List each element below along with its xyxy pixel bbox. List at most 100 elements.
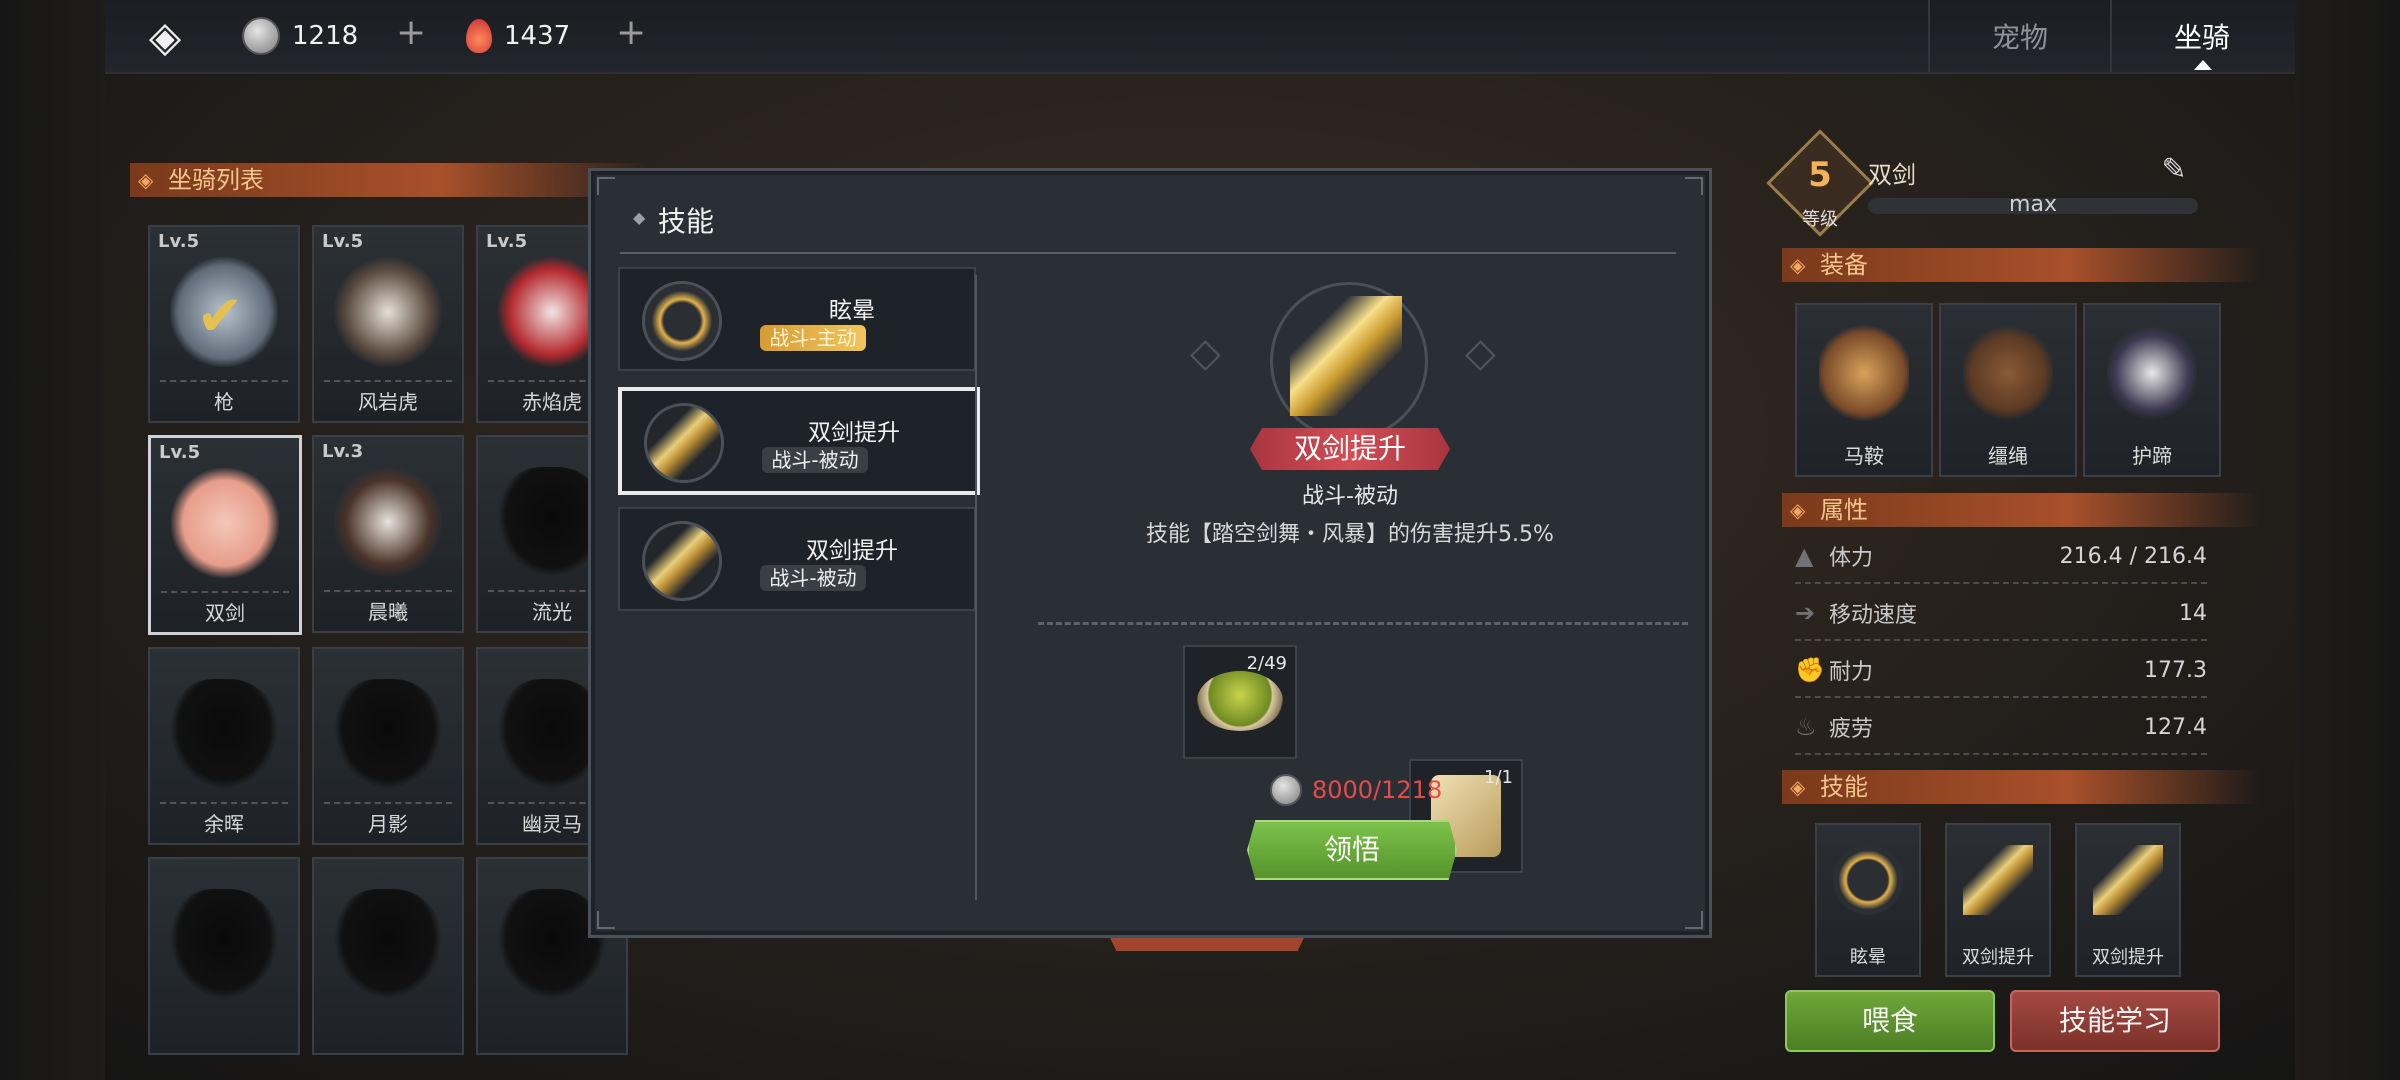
mount-detail-name: 双剑 xyxy=(1868,161,1916,189)
skill-list-item[interactable]: 眩晕 战斗-主动 xyxy=(618,267,976,371)
skill-detail-description: 技能【踏空剑舞・风暴】的伤害提升5.5% xyxy=(1146,522,1554,547)
coin-count: 1218 xyxy=(292,21,359,51)
stun-skill-icon xyxy=(1833,845,1903,915)
mount-portrait xyxy=(171,468,279,578)
feed-button[interactable]: 喂食 xyxy=(1785,990,1995,1052)
fatigue-icon: ♨ xyxy=(1795,713,1817,741)
mount-portrait xyxy=(334,257,442,367)
stun-skill-icon xyxy=(642,281,722,361)
mount-cell-locked[interactable] xyxy=(148,857,300,1055)
hoof-guard-icon xyxy=(2107,323,2197,423)
equip-row: 马鞍 缰绳 护蹄 xyxy=(1795,303,2221,477)
game-logo-icon[interactable]: ◈ xyxy=(140,12,190,62)
equip-label: 缰绳 xyxy=(1988,444,2028,468)
twin-sword-skill-icon xyxy=(644,403,724,483)
skill-list-item-selected[interactable]: 双剑提升 战斗-被动 xyxy=(618,387,980,495)
mount-name: 双剑 xyxy=(161,591,289,626)
coin-icon xyxy=(1270,774,1302,806)
mount-skill-slot[interactable]: 双剑提升 xyxy=(2075,823,2181,977)
mount-skill-row: 眩晕 双剑提升 双剑提升 xyxy=(1815,823,2181,977)
mount-cell-locked[interactable]: 余晖 xyxy=(148,647,300,845)
mount-name: 枪 xyxy=(160,380,288,415)
gem-count: 1437 xyxy=(504,21,571,51)
skill-type-tag: 战斗-被动 xyxy=(762,447,868,473)
modal-vertical-divider xyxy=(975,275,977,900)
cost-value: 8000/1218 xyxy=(1312,776,1443,804)
mount-silhouette xyxy=(334,889,442,999)
attr-name: 体力 xyxy=(1829,546,1874,571)
twin-sword-skill-icon xyxy=(642,521,722,601)
mount-cell[interactable]: Lv.5 ✔ 枪 xyxy=(148,225,300,423)
equip-section-title: 装备 xyxy=(1782,248,2260,282)
modal-title: 技能 xyxy=(658,205,715,238)
saddle-icon xyxy=(1819,323,1909,423)
attr-value: 177.3 xyxy=(2144,657,2207,683)
equipped-check-icon: ✔ xyxy=(196,284,244,349)
top-tabs: 宠物 坐骑 xyxy=(1928,0,2292,72)
gem-currency: 1437 xyxy=(466,14,570,58)
add-gems-button[interactable]: + xyxy=(616,12,646,53)
attr-row-endurance: ✊ 耐力 177.3 xyxy=(1795,644,2207,698)
mount-name: 晨曦 xyxy=(324,590,452,625)
skill-list-name: 眩晕 xyxy=(829,298,875,324)
mount-level: Lv.5 xyxy=(158,231,200,252)
right-frame xyxy=(2295,0,2400,1080)
mount-cell-locked[interactable]: 月影 xyxy=(312,647,464,845)
twin-sword-large-icon xyxy=(1290,296,1402,416)
skill-list-name: 双剑提升 xyxy=(806,538,898,564)
equip-slot-reins[interactable]: 缰绳 xyxy=(1939,303,2077,477)
mount-grid: Lv.5 ✔ 枪 Lv.5 风岩虎 Lv.5 赤焰虎 Lv.5 双剑 Lv.3 … xyxy=(148,225,628,1055)
equip-slot-hoof[interactable]: 护蹄 xyxy=(2083,303,2221,477)
mount-cell[interactable]: Lv.3 晨曦 xyxy=(312,435,464,633)
reins-icon xyxy=(1963,323,2053,423)
gem-icon xyxy=(466,19,492,53)
coin-icon xyxy=(242,17,280,55)
mount-cell[interactable]: Lv.5 风岩虎 xyxy=(312,225,464,423)
detail-dashed-divider xyxy=(1038,622,1688,625)
mount-silhouette xyxy=(334,679,442,789)
mount-cell-locked[interactable] xyxy=(312,857,464,1055)
attr-row-stamina: ▲ 体力 216.4 / 216.4 xyxy=(1795,530,2207,584)
equip-slot-saddle[interactable]: 马鞍 xyxy=(1795,303,1933,477)
attr-row-fatigue: ♨ 疲劳 127.4 xyxy=(1795,701,2207,755)
skill-list-name: 双剑提升 xyxy=(808,420,900,446)
stamina-icon: ▲ xyxy=(1795,542,1814,570)
skill-type-tag: 战斗-被动 xyxy=(760,565,866,591)
mount-level: Lv.5 xyxy=(486,231,528,252)
edit-name-icon[interactable]: ✎ xyxy=(2156,152,2192,188)
speed-icon: ➔ xyxy=(1795,599,1816,627)
attr-value: 216.4 / 216.4 xyxy=(2059,543,2207,569)
ornament-left-icon: ◇ xyxy=(1190,330,1221,376)
attr-section-title: 属性 xyxy=(1782,493,2260,527)
skill-label: 双剑提升 xyxy=(1962,947,2034,968)
material-slot[interactable]: 2/49 xyxy=(1183,645,1297,759)
skill-section-title: 技能 xyxy=(1782,770,2260,804)
mount-level: Lv.5 xyxy=(159,442,201,463)
attr-name: 耐力 xyxy=(1829,660,1874,685)
coin-currency: 1218 xyxy=(242,14,358,58)
green-fruit-icon xyxy=(1197,671,1283,731)
endurance-icon: ✊ xyxy=(1795,656,1825,684)
skill-label: 双剑提升 xyxy=(2092,947,2164,968)
attr-name: 疲劳 xyxy=(1829,717,1874,742)
mount-skill-slot[interactable]: 双剑提升 xyxy=(1945,823,2051,977)
skill-learn-button[interactable]: 技能学习 xyxy=(2010,990,2220,1052)
realize-button[interactable]: 领悟 xyxy=(1247,820,1457,880)
attr-value: 127.4 xyxy=(2144,714,2207,740)
mount-level-number: 5 xyxy=(1808,155,1832,195)
material-count: 1/1 xyxy=(1484,767,1513,788)
mount-skill-slot[interactable]: 眩晕 xyxy=(1815,823,1921,977)
skill-list-item[interactable]: 双剑提升 战斗-被动 xyxy=(618,507,976,611)
modal-title-divider xyxy=(620,252,1676,254)
left-frame xyxy=(0,0,105,1080)
twin-sword-skill-icon xyxy=(2093,845,2163,915)
mount-silhouette xyxy=(170,679,278,789)
attr-row-speed: ➔ 移动速度 14 xyxy=(1795,587,2207,641)
tab-mount[interactable]: 坐骑 xyxy=(2110,0,2292,72)
mount-cell-selected[interactable]: Lv.5 双剑 xyxy=(148,435,302,635)
mount-list-title: 坐骑列表 xyxy=(130,163,648,197)
exp-bar-text: max xyxy=(2009,192,2057,217)
tab-pet[interactable]: 宠物 xyxy=(1928,0,2110,72)
add-coins-button[interactable]: + xyxy=(396,12,426,53)
attr-name: 移动速度 xyxy=(1829,603,1918,628)
